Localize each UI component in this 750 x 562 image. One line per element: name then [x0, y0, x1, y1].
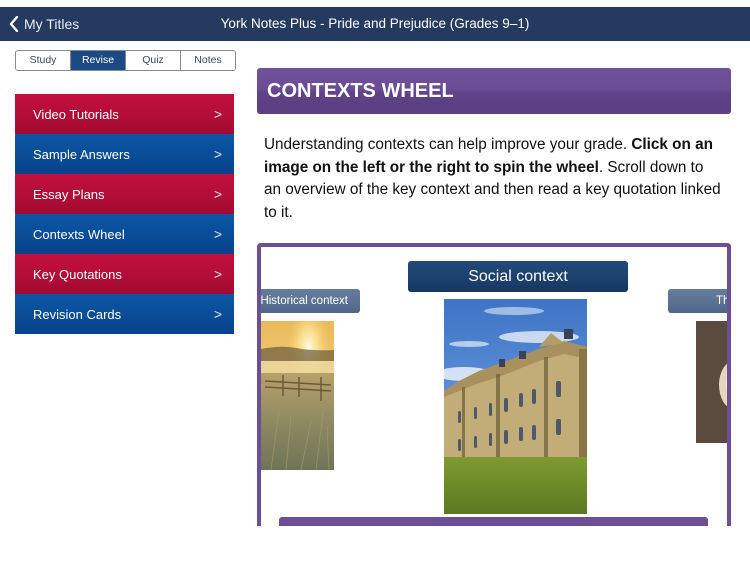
page-title: York Notes Plus - Pride and Prejudice (G…: [220, 16, 530, 31]
menu-item-label: Revision Cards: [33, 306, 122, 322]
context-detail-bar: [279, 517, 708, 526]
menu-item-label: Video Tutorials: [33, 106, 119, 122]
portrait-image[interactable]: [696, 321, 727, 443]
context-label-right[interactable]: Th: [668, 289, 727, 313]
stately-home-illustration: [444, 299, 587, 514]
context-label-left[interactable]: Historical context: [261, 289, 360, 313]
menu-item-key-quotations[interactable]: Key Quotations >: [15, 254, 234, 294]
top-navigation-bar: My Titles York Notes Plus - Pride and Pr…: [0, 7, 750, 41]
chevron-right-icon: >: [213, 186, 222, 202]
menu-item-essay-plans[interactable]: Essay Plans >: [15, 174, 234, 214]
contexts-wheel: Historical context Social context Th: [257, 243, 731, 526]
chevron-right-icon: >: [213, 226, 222, 242]
intro-paragraph: Understanding contexts can help improve …: [264, 134, 724, 224]
misty-sunrise-field-image[interactable]: [261, 321, 334, 470]
chevron-right-icon: >: [213, 106, 222, 122]
intro-text: Understanding contexts can help improve …: [264, 136, 632, 153]
menu-item-contexts-wheel[interactable]: Contexts Wheel >: [15, 214, 234, 254]
chevron-right-icon: >: [213, 146, 222, 162]
menu-item-label: Contexts Wheel: [33, 226, 125, 242]
chevron-right-icon: >: [213, 266, 222, 282]
menu-item-label: Sample Answers: [33, 146, 130, 162]
menu-item-label: Key Quotations: [33, 266, 122, 282]
menu-item-video-tutorials[interactable]: Video Tutorials >: [15, 94, 234, 134]
back-button[interactable]: My Titles: [8, 7, 79, 41]
menu-item-revision-cards[interactable]: Revision Cards >: [15, 294, 234, 334]
chevron-right-icon: >: [213, 306, 222, 322]
tab-notes[interactable]: Notes: [181, 51, 235, 70]
section-header: CONTEXTS WHEEL: [257, 68, 731, 114]
back-button-label: My Titles: [24, 16, 80, 32]
menu-item-label: Essay Plans: [33, 186, 105, 202]
tab-quiz[interactable]: Quiz: [126, 51, 181, 70]
stately-home-image[interactable]: [444, 299, 587, 514]
tab-revise[interactable]: Revise: [71, 51, 126, 70]
sunrise-field-illustration: [261, 321, 334, 470]
context-label-center: Social context: [408, 261, 628, 292]
menu-item-sample-answers[interactable]: Sample Answers >: [15, 134, 234, 174]
portrait-illustration: [696, 321, 727, 443]
section-segmented-control: Study Revise Quiz Notes: [15, 50, 236, 71]
tab-study[interactable]: Study: [16, 51, 71, 70]
chevron-left-icon: [9, 16, 19, 32]
revise-menu: Video Tutorials > Sample Answers > Essay…: [15, 94, 234, 334]
